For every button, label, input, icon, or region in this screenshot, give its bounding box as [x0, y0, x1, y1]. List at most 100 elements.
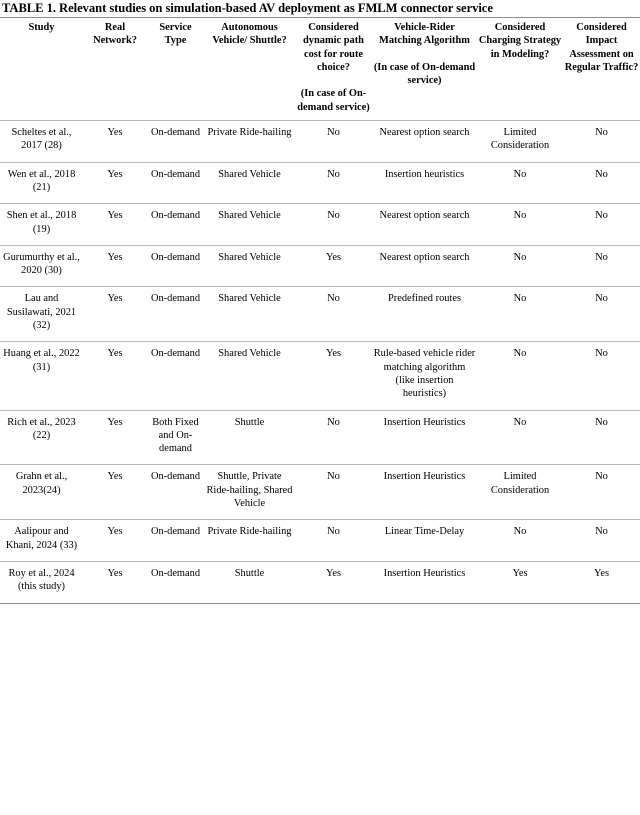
column-header-dynamic-path-cost: Considered dynamic path cost for route c…	[295, 16, 372, 122]
cell-impact-assessment: No	[563, 120, 640, 163]
study-name: Scheltes et al., 2017	[11, 127, 72, 152]
cell-impact-assessment: No	[563, 519, 640, 562]
cell-study: Lau and Susilawati, 2021 (32)	[0, 286, 83, 343]
cell-service-type: On-demand	[147, 464, 204, 521]
cell-matching-algorithm: Insertion Heuristics	[372, 410, 477, 466]
cell-dynamic-path-cost: Yes	[295, 341, 372, 411]
cell-dynamic-path-cost: Yes	[295, 561, 372, 604]
cell-charging-strategy: No	[477, 519, 563, 562]
header-row: Study Real Network? Service Type Autonom…	[0, 16, 640, 122]
cell-av-shuttle: Shared Vehicle	[204, 286, 295, 343]
column-header-study: Study	[0, 16, 83, 122]
study-reference: (21)	[32, 181, 51, 193]
column-header-av-shuttle: Autonomous Vehicle/ Shuttle?	[204, 16, 295, 122]
study-reference: (30)	[44, 265, 62, 277]
table-row: Roy et al., 2024 (this study) Yes On-deman…	[0, 561, 640, 604]
studies-table: Study Real Network? Service Type Autonom…	[0, 16, 640, 604]
cell-impact-assessment: No	[563, 245, 640, 288]
cell-charging-strategy: Limited Consideration	[477, 120, 563, 163]
table-row: Huang et al., 2022 (31) Yes On-demand Share…	[0, 341, 640, 411]
study-reference: (22)	[32, 429, 51, 441]
table-row: Scheltes et al., 2017 (28) Yes On-demand Pr…	[0, 120, 640, 163]
cell-study: Shen et al., 2018 (19)	[0, 203, 83, 246]
cell-service-type: On-demand	[147, 341, 204, 411]
cell-matching-algorithm: Insertion heuristics	[372, 162, 477, 205]
study-reference: (19)	[32, 223, 51, 235]
cell-av-shuttle: Shared Vehicle	[204, 162, 295, 205]
cell-dynamic-path-cost: No	[295, 120, 372, 163]
cell-av-shuttle: Private Ride-hailing	[204, 519, 295, 562]
table-row: Shen et al., 2018 (19) Yes On-demand Shared…	[0, 203, 640, 246]
cell-impact-assessment: Yes	[563, 561, 640, 604]
cell-service-type: On-demand	[147, 203, 204, 246]
cell-service-type: On-demand	[147, 286, 204, 343]
cell-impact-assessment: No	[563, 464, 640, 521]
cell-study: Huang et al., 2022 (31)	[0, 341, 83, 411]
study-name: Shen et al., 2018	[6, 210, 77, 222]
cell-dynamic-path-cost: No	[295, 519, 372, 562]
cell-av-shuttle: Shared Vehicle	[204, 245, 295, 288]
study-reference: (31)	[32, 361, 51, 373]
column-header-service-type: Service Type	[147, 16, 204, 122]
table-row: Rich et al., 2023 (22) Yes Both Fixed and …	[0, 410, 640, 466]
cell-av-shuttle: Shuttle, Private Ride-hailing, Shared Ve…	[204, 464, 295, 521]
cell-av-shuttle: Shuttle	[204, 561, 295, 604]
cell-matching-algorithm: Rule-based vehicle rider matching algori…	[372, 341, 477, 411]
cell-real-network: Yes	[83, 410, 147, 466]
column-header-impact-assessment-text: Considered Impact Assessment on Regular …	[564, 22, 639, 73]
cell-service-type: On-demand	[147, 245, 204, 288]
cell-matching-algorithm: Linear Time-Delay	[372, 519, 477, 562]
table-body: Scheltes et al., 2017 (28) Yes On-demand Pr…	[0, 120, 640, 604]
study-reference: (28)	[44, 140, 62, 152]
cell-dynamic-path-cost: No	[295, 464, 372, 521]
cell-study: Roy et al., 2024 (this study)	[0, 561, 83, 604]
study-name: Rich et al., 2023	[7, 416, 76, 428]
cell-av-shuttle: Shuttle	[204, 410, 295, 466]
column-header-matching-algorithm-note: (In case of On-demand service)	[373, 61, 476, 87]
cell-av-shuttle: Private Ride-hailing	[204, 120, 295, 163]
cell-real-network: Yes	[83, 341, 147, 411]
cell-study: Wen et al., 2018 (21)	[0, 162, 83, 205]
study-reference: (33)	[59, 539, 78, 551]
table-header: Study Real Network? Service Type Autonom…	[0, 16, 640, 122]
cell-real-network: Yes	[83, 120, 147, 163]
column-header-av-shuttle-text: Autonomous Vehicle/ Shuttle?	[212, 22, 287, 47]
cell-real-network: Yes	[83, 245, 147, 288]
cell-service-type: Both Fixed and On-demand	[147, 410, 204, 466]
column-header-charging-strategy: Considered Charging Strategy in Modeling…	[477, 16, 563, 122]
cell-impact-assessment: No	[563, 286, 640, 343]
cell-dynamic-path-cost: No	[295, 410, 372, 466]
cell-dynamic-path-cost: No	[295, 286, 372, 343]
study-name: Gurumurthy et al., 2020	[3, 251, 80, 277]
cell-real-network: Yes	[83, 162, 147, 205]
cell-real-network: Yes	[83, 286, 147, 343]
study-reference: (24)	[43, 484, 61, 496]
cell-dynamic-path-cost: Yes	[295, 245, 372, 288]
cell-matching-algorithm: Insertion Heuristics	[372, 561, 477, 604]
cell-impact-assessment: No	[563, 162, 640, 205]
cell-impact-assessment: No	[563, 341, 640, 411]
cell-service-type: On-demand	[147, 561, 204, 604]
cell-real-network: Yes	[83, 203, 147, 246]
cell-charging-strategy: No	[477, 245, 563, 288]
header-spacer	[296, 74, 371, 87]
cell-study: Rich et al., 2023 (22)	[0, 410, 83, 466]
study-name: Huang et al., 2022	[3, 348, 80, 360]
cell-charging-strategy: No	[477, 286, 563, 343]
column-header-real-network: Real Network?	[83, 16, 147, 122]
study-name: Wen et al., 2018	[7, 168, 76, 180]
cell-study: Aalipour and Khani, 2024 (33)	[0, 519, 83, 562]
cell-matching-algorithm: Predefined routes	[372, 286, 477, 343]
cell-matching-algorithm: Nearest option search	[372, 203, 477, 246]
cell-impact-assessment: No	[563, 203, 640, 246]
study-name: Roy et al., 2024 (this study)	[8, 567, 75, 593]
cell-charging-strategy: No	[477, 410, 563, 466]
cell-matching-algorithm: Nearest option search	[372, 120, 477, 163]
cell-real-network: Yes	[83, 464, 147, 521]
column-header-matching-algorithm: Vehicle-Rider Matching Algorithm (In cas…	[372, 16, 477, 122]
cell-charging-strategy: No	[477, 203, 563, 246]
column-header-dynamic-path-cost-text: Considered dynamic path cost for route c…	[303, 22, 364, 73]
header-spacer	[373, 48, 476, 61]
cell-av-shuttle: Shared Vehicle	[204, 203, 295, 246]
cell-charging-strategy: No	[477, 162, 563, 205]
